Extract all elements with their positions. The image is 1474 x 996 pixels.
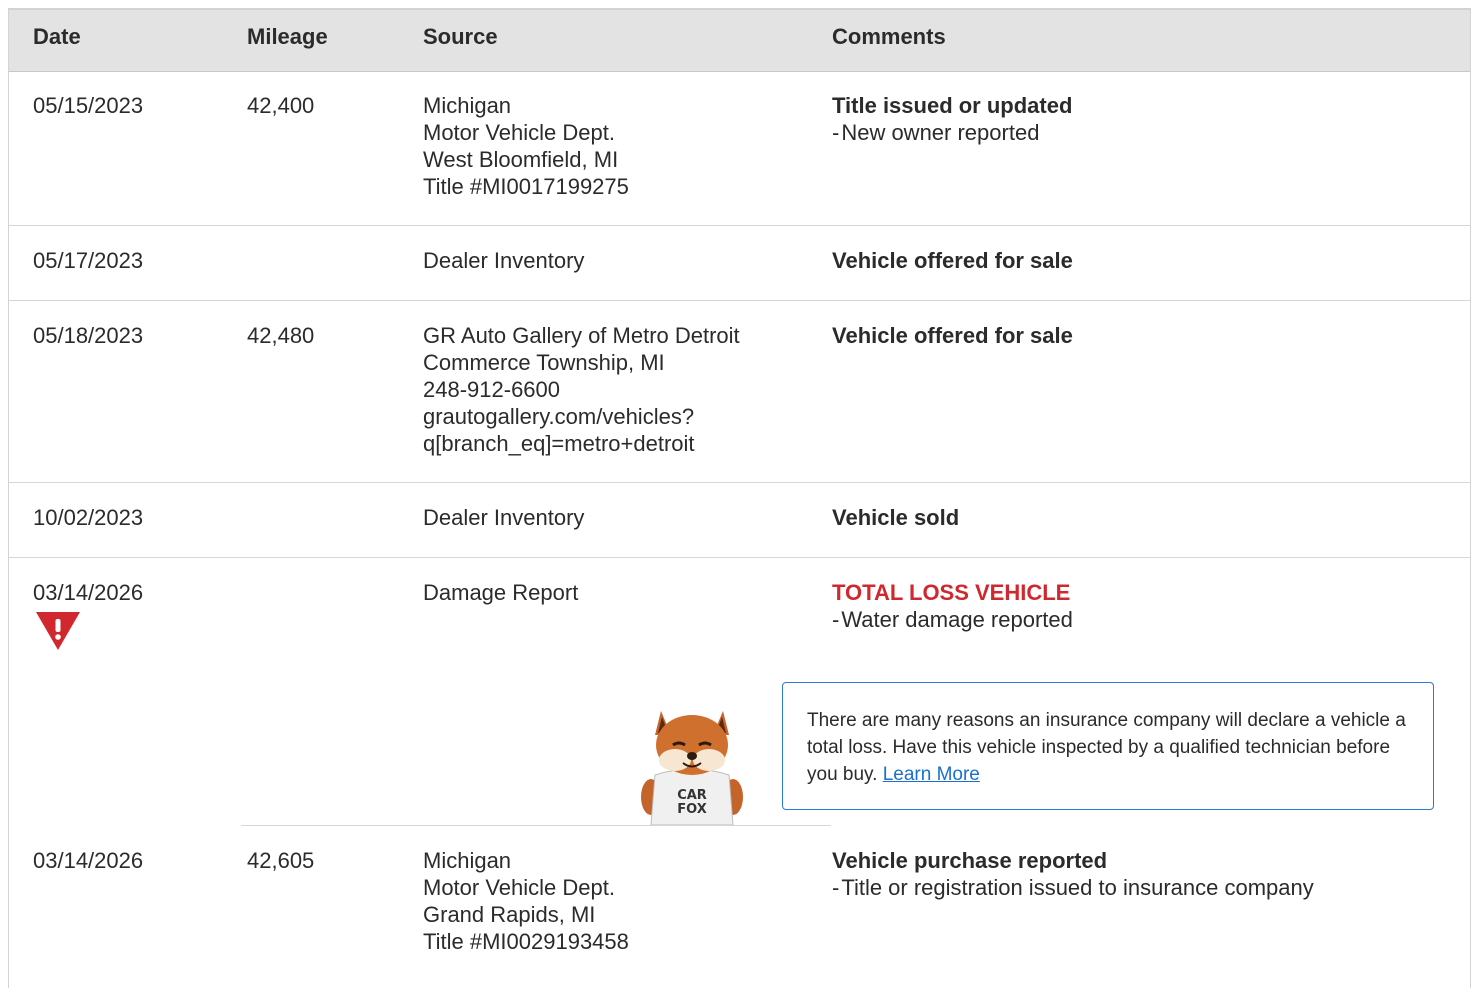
source-line: Dealer Inventory — [423, 505, 585, 530]
table-row: 05/15/2023 42,400 Michigan Motor Vehicle… — [9, 71, 1470, 226]
info-text: There are many reasons an insurance comp… — [807, 707, 1407, 788]
row-date: 05/17/2023 — [33, 248, 144, 273]
history-table: Date Mileage Source Comments 05/15/2023 … — [8, 8, 1471, 988]
row-date: 05/18/2023 — [33, 323, 144, 348]
source-line: 248-912-6600 — [423, 377, 561, 402]
comment-title: Vehicle offered for sale — [832, 248, 1073, 273]
mascot-shirt-text: FOX — [677, 802, 707, 817]
row-source: Dealer Inventory — [423, 504, 584, 531]
source-line: Dealer Inventory — [423, 248, 585, 273]
source-line: Motor Vehicle Dept. — [423, 120, 615, 145]
source-line: Michigan — [423, 848, 512, 873]
source-line: Damage Report — [423, 580, 579, 605]
row-mileage: 42,480 — [247, 323, 315, 348]
table-header: Date Mileage Source Comments — [9, 10, 1470, 72]
source-line: Title #MI0029193458 — [423, 929, 629, 954]
comment-title: Vehicle offered for sale — [832, 323, 1073, 348]
row-date: 03/14/2026 — [33, 848, 144, 873]
table-row: 03/14/2026 42,605 Michigan Motor Vehicle… — [9, 826, 1470, 996]
comment-title: Vehicle purchase reported — [832, 848, 1108, 873]
source-line: Motor Vehicle Dept. — [423, 875, 615, 900]
source-line: West Bloomfield, MI — [423, 147, 619, 172]
row-date: 10/02/2023 — [33, 505, 144, 530]
comment-detail: New owner reported — [832, 119, 1072, 146]
header-source: Source — [423, 24, 498, 49]
source-line: q[branch_eq]=metro+detroit — [423, 431, 695, 456]
table-row-total-loss: 03/14/2026 Damage Report TOTAL LOSS VEHI… — [9, 557, 1470, 825]
comment-detail: Title or registration issued to insuranc… — [832, 874, 1313, 901]
row-source: Michigan Motor Vehicle Dept. Grand Rapid… — [423, 847, 629, 955]
table-row: 10/02/2023 Dealer Inventory Vehicle sold — [9, 482, 1470, 558]
row-source: Michigan Motor Vehicle Dept. West Bloomf… — [423, 92, 629, 200]
total-loss-title: TOTAL LOSS VEHICLE — [832, 580, 1071, 605]
row-comments: Title issued or updated New owner report… — [832, 92, 1072, 146]
table-row: 05/17/2023 Dealer Inventory Vehicle offe… — [9, 225, 1470, 301]
row-mileage: 42,605 — [247, 848, 315, 873]
row-date: 03/14/2026 — [33, 580, 144, 605]
row-comments: Vehicle offered for sale — [832, 247, 1073, 274]
header-mileage: Mileage — [247, 24, 328, 49]
row-comments: Vehicle sold — [832, 504, 959, 531]
comment-title: Title issued or updated — [832, 93, 1073, 118]
row-source: GR Auto Gallery of Metro Detroit Commerc… — [423, 322, 740, 457]
source-line: Commerce Township, MI — [423, 350, 665, 375]
header-date: Date — [33, 24, 81, 49]
warning-triangle-icon — [36, 612, 80, 650]
row-source: Damage Report — [423, 579, 578, 606]
comment-detail: Water damage reported — [832, 606, 1073, 633]
carfox-mascot-icon: CAR FOX — [641, 711, 743, 825]
row-comments: Vehicle purchase reported Title or regis… — [832, 847, 1314, 901]
row-comments: TOTAL LOSS VEHICLE Water damage reported — [832, 579, 1073, 633]
source-line: grautogallery.com/vehicles? — [423, 404, 695, 429]
row-comments: Vehicle offered for sale — [832, 322, 1073, 349]
total-loss-info-box: There are many reasons an insurance comp… — [782, 682, 1434, 810]
mascot-shirt-text: CAR — [677, 788, 707, 803]
source-line: GR Auto Gallery of Metro Detroit — [423, 323, 740, 348]
row-date: 05/15/2023 — [33, 93, 144, 118]
table-row: 05/18/2023 42,480 GR Auto Gallery of Met… — [9, 300, 1470, 483]
source-line: Title #MI0017199275 — [423, 174, 629, 199]
row-mileage: 42,400 — [247, 93, 315, 118]
comment-title: Vehicle sold — [832, 505, 960, 530]
row-source: Dealer Inventory — [423, 247, 584, 274]
source-line: Grand Rapids, MI — [423, 902, 596, 927]
source-line: Michigan — [423, 93, 512, 118]
header-comments: Comments — [832, 24, 946, 49]
learn-more-link[interactable]: Learn More — [883, 764, 980, 785]
